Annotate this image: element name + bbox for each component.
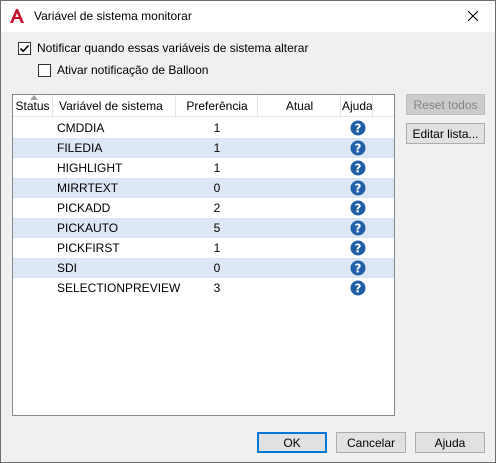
help-icon[interactable]: ? xyxy=(347,180,369,196)
svg-text:?: ? xyxy=(355,201,362,215)
column-variable[interactable]: Variável de sistema xyxy=(54,95,176,117)
cancel-label: Cancelar xyxy=(346,435,396,450)
svg-text:?: ? xyxy=(355,281,362,295)
table-row[interactable]: FILEDIA 1 ? xyxy=(13,138,394,158)
sort-ascending-icon xyxy=(30,95,38,100)
checkmark-icon xyxy=(19,44,30,52)
column-status[interactable]: Status xyxy=(13,95,53,117)
variable-name: PICKADD xyxy=(57,201,111,215)
preference-value[interactable]: 5 xyxy=(177,218,257,238)
window-title: Variável de sistema monitorar xyxy=(34,9,192,23)
variable-name: FILEDIA xyxy=(57,141,103,155)
reset-all-label: Reset todos xyxy=(413,97,478,112)
column-help[interactable]: Ajuda xyxy=(342,95,373,117)
close-icon xyxy=(467,11,478,21)
reset-all-button[interactable]: Reset todos xyxy=(406,94,485,115)
help-icon[interactable]: ? xyxy=(347,240,369,256)
column-current[interactable]: Atual xyxy=(259,95,341,117)
variables-table: Status Variável de sistema Preferência A… xyxy=(12,94,395,416)
preference-value[interactable]: 0 xyxy=(177,178,257,198)
preference-value[interactable]: 1 xyxy=(177,138,257,158)
variable-name: PICKFIRST xyxy=(57,241,120,255)
preference-value[interactable]: 1 xyxy=(177,238,257,258)
variable-name: PICKAUTO xyxy=(57,221,119,235)
balloon-label: Ativar notificação de Balloon xyxy=(57,63,209,77)
help-icon[interactable]: ? xyxy=(347,160,369,176)
svg-text:?: ? xyxy=(355,261,362,275)
table-row[interactable]: HIGHLIGHT 1 ? xyxy=(13,158,394,178)
edit-list-button[interactable]: Editar lista... xyxy=(406,123,485,144)
help-icon[interactable]: ? xyxy=(347,280,369,296)
preference-value[interactable]: 0 xyxy=(177,258,257,278)
balloon-option[interactable]: Ativar notificação de Balloon xyxy=(38,62,208,78)
variable-name: HIGHLIGHT xyxy=(57,161,123,175)
table-row[interactable]: CMDDIA 1 ? xyxy=(13,118,394,138)
notify-label: Notificar quando essas variáveis de sist… xyxy=(37,41,309,55)
balloon-checkbox[interactable] xyxy=(38,63,51,77)
table-row[interactable]: MIRRTEXT 0 ? xyxy=(13,178,394,198)
svg-text:?: ? xyxy=(355,241,362,255)
variable-name: MIRRTEXT xyxy=(57,181,119,195)
edit-list-label: Editar lista... xyxy=(412,126,479,141)
help-icon[interactable]: ? xyxy=(347,200,369,216)
notify-checkbox[interactable] xyxy=(18,41,31,55)
notify-option[interactable]: Notificar quando essas variáveis de sist… xyxy=(18,40,308,56)
variable-name: SELECTIONPREVIEW xyxy=(57,281,181,295)
column-preference[interactable]: Preferência xyxy=(177,95,258,117)
preference-value[interactable]: 1 xyxy=(177,118,257,138)
svg-text:?: ? xyxy=(355,181,362,195)
table-row[interactable]: SELECTIONPREVIEW 3 ? xyxy=(13,278,394,298)
help-icon[interactable]: ? xyxy=(347,120,369,136)
variable-name: CMDDIA xyxy=(57,121,105,135)
table-row[interactable]: PICKFIRST 1 ? xyxy=(13,238,394,258)
table-row[interactable]: PICKAUTO 5 ? xyxy=(13,218,394,238)
preference-value[interactable]: 3 xyxy=(177,278,257,298)
help-label: Ajuda xyxy=(434,435,466,450)
help-icon[interactable]: ? xyxy=(347,140,369,156)
table-row[interactable]: PICKADD 2 ? xyxy=(13,198,394,218)
ok-button[interactable]: OK xyxy=(257,432,327,453)
dialog-window: Variável de sistema monitorar Notificar … xyxy=(0,0,496,463)
autocad-icon xyxy=(10,9,24,23)
svg-text:?: ? xyxy=(355,161,362,175)
preference-value[interactable]: 1 xyxy=(177,158,257,178)
preference-value[interactable]: 2 xyxy=(177,198,257,218)
svg-text:?: ? xyxy=(355,121,362,135)
cancel-button[interactable]: Cancelar xyxy=(336,432,406,453)
help-icon[interactable]: ? xyxy=(347,260,369,276)
help-button[interactable]: Ajuda xyxy=(415,432,485,453)
title-bar: Variável de sistema monitorar xyxy=(1,1,495,32)
help-icon[interactable]: ? xyxy=(347,220,369,236)
svg-text:?: ? xyxy=(355,221,362,235)
table-header: Status Variável de sistema Preferência A… xyxy=(13,95,394,117)
variable-name: SDI xyxy=(57,261,78,275)
table-row[interactable]: SDI 0 ? xyxy=(13,258,394,278)
close-button[interactable] xyxy=(450,1,495,31)
ok-label: OK xyxy=(283,435,301,450)
svg-text:?: ? xyxy=(355,141,362,155)
